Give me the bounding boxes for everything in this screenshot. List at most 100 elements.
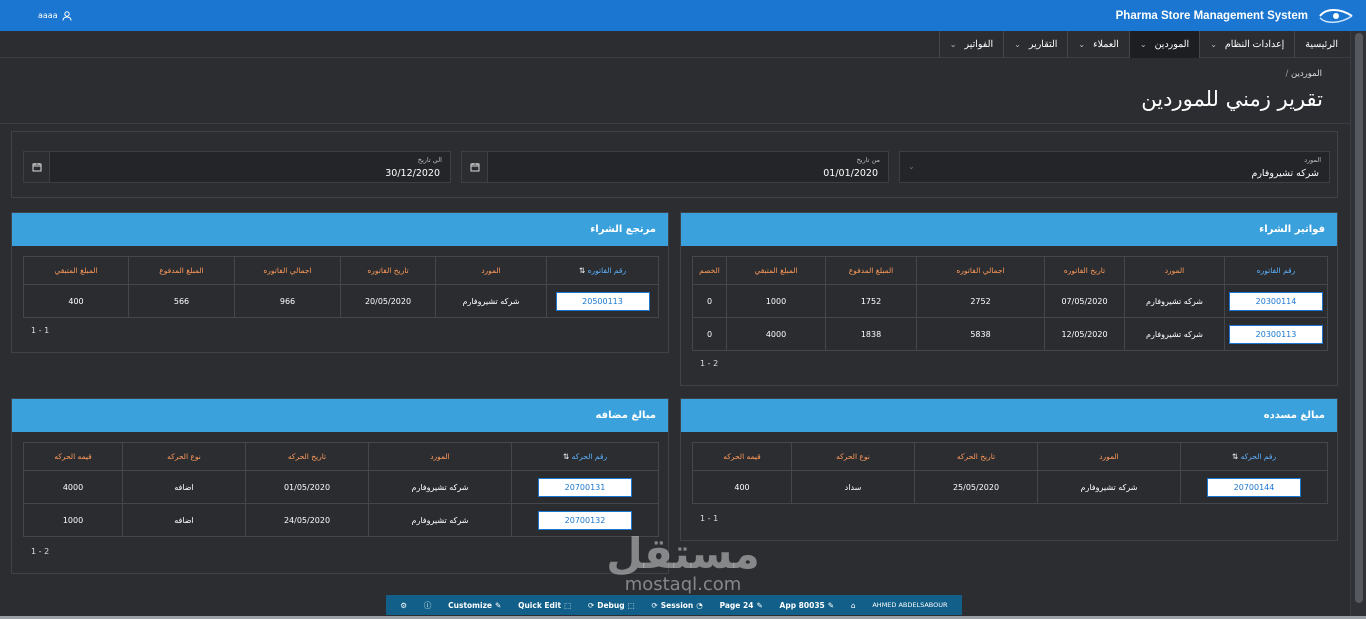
column-header[interactable]: رقم الفاتوره	[1224, 256, 1328, 285]
table-row: 20500113 شركه تشيروفارم 20/05/2020 966 566 40…	[23, 284, 659, 318]
record-link[interactable]: 20700144	[1207, 477, 1301, 497]
purchase-invoices-table: رقم الفاتوره المورد تاريخ الفاتوره اجمالي ا…	[692, 256, 1328, 351]
record-link-cell: 20300113	[1224, 317, 1328, 351]
sort-icon[interactable]: ⇅	[1232, 452, 1241, 461]
column-header[interactable]: المورد	[1037, 442, 1181, 471]
record-link[interactable]: 20300114	[1229, 291, 1323, 311]
from-date-field[interactable]: من تاريخ 01/01/2020	[461, 151, 889, 183]
chevron-down-icon: ⌄	[1014, 40, 1021, 49]
record-link[interactable]: 20700132	[538, 510, 632, 530]
column-header[interactable]: المبلغ المدفوع	[128, 256, 235, 285]
brand[interactable]: Pharma Store Management System	[1116, 6, 1354, 26]
settings-icon[interactable]: ⚙	[400, 601, 407, 610]
page-title: تقرير زمني للموردين	[1141, 87, 1323, 111]
customize-button[interactable]: Customize ✎	[448, 601, 501, 610]
user-menu[interactable]: aaaa	[38, 10, 72, 21]
column-header[interactable]: تاريخ الفاتوره	[1044, 256, 1125, 285]
table-row: 20700144 شركه تشيروفارم 25/05/2020 سداد 400	[692, 470, 1328, 504]
column-header[interactable]: رقم الحركه ⇅	[511, 442, 659, 471]
purchase-returns-panel: مرتجع الشراء رقم الفاتوره ⇅ المورد تاريخ ا…	[11, 212, 669, 353]
to-date-label: الي تاريخ	[417, 156, 442, 164]
menu-item-2[interactable]: الموردين ⌄	[1128, 31, 1200, 58]
column-header[interactable]: رقم الحركه ⇅	[1180, 442, 1328, 471]
record-link[interactable]: 20500113	[555, 291, 650, 311]
app-button[interactable]: App 80035 ✎	[780, 601, 835, 610]
session-button[interactable]: ⟳ Session ◔	[651, 601, 702, 610]
calendar-icon[interactable]	[462, 152, 488, 182]
column-header[interactable]: رقم الفاتوره ⇅	[546, 256, 659, 285]
record-link[interactable]: 20300113	[1229, 324, 1323, 344]
column-header[interactable]: اجمالي الفاتوره	[234, 256, 341, 285]
debug-button[interactable]: ⟳ Debug ⬚	[588, 601, 635, 610]
column-header[interactable]: المبلغ المتبقي	[23, 256, 129, 285]
table-cell: 1000	[23, 503, 123, 537]
top-bar: aaaa Pharma Store Management System	[0, 0, 1366, 31]
menu-item-label: إعدادات النظام	[1224, 39, 1285, 50]
user-icon	[62, 10, 72, 21]
chevron-down-icon: ⌄	[908, 162, 915, 171]
purchase-invoices-panel: فواتير الشراء رقم الفاتوره المورد تاريخ ال…	[680, 212, 1338, 386]
column-header[interactable]: تاريخ الحركه	[914, 442, 1038, 471]
table-cell: 0	[692, 284, 727, 318]
column-header[interactable]: تاريخ الفاتوره	[340, 256, 436, 285]
pager: 1 - 1	[700, 514, 719, 523]
page-scrollbar[interactable]	[1350, 31, 1366, 619]
watermark: مستقل mostaql.com	[598, 532, 768, 604]
from-date-value: 01/01/2020	[823, 168, 878, 179]
table-cell: 966	[234, 284, 341, 318]
watermark-arabic: مستقل	[606, 529, 760, 578]
user-name: aaaa	[38, 11, 58, 20]
page-button[interactable]: Page 24 ✎	[720, 601, 763, 610]
supplier-label: المورد	[1304, 156, 1321, 164]
record-link[interactable]: 20700131	[538, 477, 632, 497]
chevron-down-icon: ⌄	[1139, 40, 1147, 49]
sort-icon[interactable]: ⇅	[579, 266, 588, 275]
chevron-down-icon: ⌄	[1210, 40, 1217, 49]
column-header[interactable]: اجمالي الفاتوره	[916, 256, 1045, 285]
supplier-select[interactable]: المورد شركه تشيروفارم ⌄	[899, 151, 1330, 183]
record-link-cell: 20300114	[1224, 284, 1328, 318]
column-header[interactable]: قيمه الحركه	[23, 442, 123, 471]
column-header[interactable]: المورد	[1124, 256, 1225, 285]
record-link-cell: 20500113	[546, 284, 659, 318]
to-date-field[interactable]: الي تاريخ 30/12/2020	[23, 151, 451, 183]
menu-item-3[interactable]: العملاء ⌄	[1067, 31, 1128, 58]
column-header[interactable]: نوع الحركه	[791, 442, 915, 471]
column-header[interactable]: قيمه الحركه	[692, 442, 792, 471]
column-header[interactable]: المبلغ المتبقي	[726, 256, 826, 285]
record-link-cell: 20700144	[1180, 470, 1328, 504]
calendar-icon[interactable]	[24, 152, 50, 182]
paid-amounts-table: رقم الحركه ⇅ المورد تاريخ الحركه نوع الحركه…	[692, 442, 1328, 504]
quick-edit-button[interactable]: Quick Edit ⬚	[518, 601, 571, 610]
column-header[interactable]: نوع الحركه	[122, 442, 246, 471]
table-cell: 5838	[916, 317, 1045, 351]
to-date-value: 30/12/2020	[385, 168, 440, 179]
added-amounts-panel: مبالغ مضافه رقم الحركه ⇅ المورد تاريخ الحر…	[11, 398, 669, 574]
chevron-down-icon: ⌄	[1078, 40, 1086, 49]
menu-item-5[interactable]: الفواتير ⌄	[938, 31, 1003, 58]
table-cell: شركه تشيروفارم	[1124, 284, 1225, 318]
info-icon[interactable]: ⓘ	[424, 600, 432, 611]
supplier-value: شركه تشيروفارم	[1251, 168, 1319, 179]
column-header[interactable]: الخصم	[692, 256, 727, 285]
column-header[interactable]: المبلغ المدفوع	[825, 256, 917, 285]
home-icon[interactable]: ⌂	[851, 601, 856, 610]
panel-title: مبالغ مسدده	[681, 399, 1337, 432]
table-cell: 12/05/2020	[1044, 317, 1125, 351]
menu-item-1[interactable]: إعدادات النظام ⌄	[1199, 31, 1294, 58]
scrollbar-thumb[interactable]	[1355, 33, 1363, 603]
app-logo-icon	[1319, 8, 1353, 23]
panel-title: مبالغ مضافه	[12, 399, 668, 432]
table-cell: اضافه	[122, 503, 246, 537]
breadcrumb: الموردين /	[1281, 69, 1322, 79]
column-header[interactable]: المورد	[368, 442, 512, 471]
menu-item-0[interactable]: الرئيسية	[1294, 31, 1348, 58]
sort-icon[interactable]: ⇅	[563, 452, 572, 461]
table-cell: 1000	[726, 284, 826, 318]
column-header[interactable]: المورد	[435, 256, 547, 285]
menu-item-4[interactable]: التقارير ⌄	[1003, 31, 1067, 58]
column-header[interactable]: تاريخ الحركه	[245, 442, 369, 471]
breadcrumb-parent[interactable]: الموردين	[1291, 69, 1322, 79]
paid-amounts-panel: مبالغ مسدده رقم الحركه ⇅ المورد تاريخ الحر…	[680, 398, 1338, 541]
record-link-cell: 20700131	[511, 470, 659, 504]
